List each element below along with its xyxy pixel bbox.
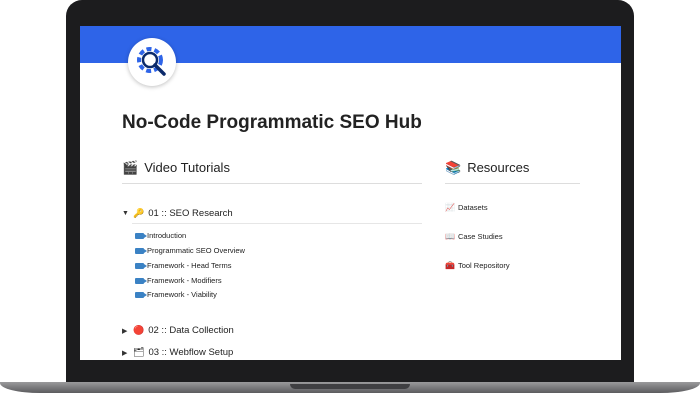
resource-link-tool-repository[interactable]: 🧰 Tool Repository [445,261,510,270]
list-item[interactable]: Framework - Modifiers [135,276,222,285]
caret-down-icon[interactable]: ▼ [122,210,133,217]
video-camera-icon [135,232,147,239]
video-camera-icon [135,247,147,254]
toggle-label: 02 :: Data Collection [148,325,234,336]
page-title: No-Code Programmatic SEO Hub [122,112,422,133]
caret-right-icon[interactable]: ▶ [122,327,133,335]
list-item[interactable]: Framework - Viability [135,290,217,299]
resources-heading: 📚 Resources [445,160,530,175]
open-book-icon: 📖 [445,232,455,241]
toggle-label: 03 :: Webflow Setup [148,347,234,358]
video-camera-icon [135,262,147,269]
screen: No-Code Programmatic SEO Hub 🎬 Video Tuto… [80,26,621,360]
chart-increasing-icon: 📈 [445,203,455,212]
list-item[interactable]: Programmatic SEO Overview [135,246,245,255]
list-item[interactable]: Introduction [135,231,186,240]
folder-icon: 🗂 [133,347,145,357]
clapper-icon: 🎬 [122,160,139,175]
toggle-webflow-setup[interactable]: ▶ 🗂 03 :: Webflow Setup [122,347,233,358]
divider [122,183,422,184]
toolbox-icon: 🧰 [445,261,455,270]
list-item[interactable]: Framework - Head Terms [135,261,231,270]
video-camera-icon [135,277,147,284]
resource-link-case-studies[interactable]: 📖 Case Studies [445,232,503,241]
resource-link-datasets[interactable]: 📈 Datasets [445,203,488,212]
toggle-data-collection[interactable]: ▶ 🔴 02 :: Data Collection [122,325,234,336]
divider [132,223,422,224]
toggle-seo-research[interactable]: ▼ 🔑 01 :: SEO Research [122,208,233,219]
caret-right-icon[interactable]: ▶ [122,349,133,357]
divider [445,183,580,184]
video-camera-icon [135,291,147,298]
red-circle-icon: 🔴 [133,325,145,335]
key-icon: 🔑 [133,208,145,218]
video-tutorials-heading: 🎬 Video Tutorials [122,160,230,175]
gear-magnifier-icon [137,47,166,76]
toggle-label: 01 :: SEO Research [148,208,233,219]
books-icon: 📚 [445,160,462,175]
laptop-hinge-notch [290,384,410,389]
page-logo [128,38,176,86]
